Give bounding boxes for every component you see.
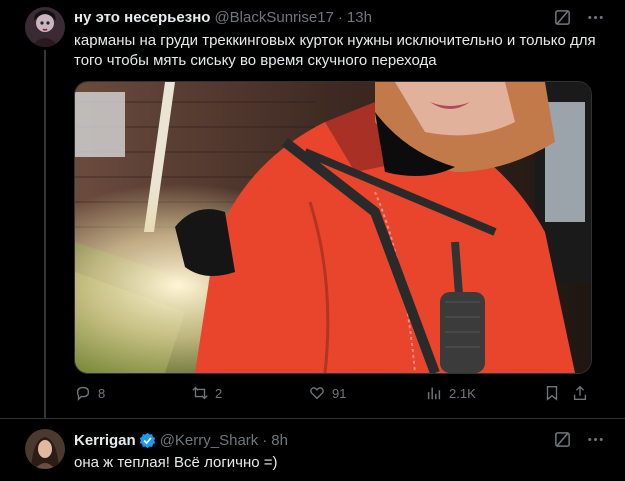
avatar[interactable] [25, 429, 65, 469]
repost-count: 2 [215, 385, 223, 401]
tweet-actions: 8 2 91 2.1K [74, 384, 590, 406]
verified-badge-icon [139, 432, 156, 449]
tweet-2[interactable]: Kerrigan @Kerry_Shark · 8h она ж теплая!… [0, 418, 625, 481]
tweet-1[interactable]: ну это несерьезно @BlackSunrise17 · 13h … [0, 0, 625, 418]
bookmark-icon [546, 386, 558, 401]
like-icon [310, 387, 324, 400]
repost-button[interactable]: 2 [191, 384, 222, 402]
views-icon [427, 387, 441, 400]
reply-icon [76, 386, 90, 401]
avatar[interactable] [25, 7, 65, 47]
separator-dot: · [262, 432, 268, 449]
tweet-header: ну это несерьезно @BlackSunrise17 · 13h [74, 9, 372, 26]
grok-icon[interactable] [553, 8, 572, 27]
views-button[interactable]: 2.1K [425, 384, 476, 402]
user-handle[interactable]: @Kerry_Shark [160, 432, 259, 449]
views-count: 2.1K [449, 385, 476, 401]
user-handle[interactable]: @BlackSunrise17 [214, 9, 333, 26]
bookmark-button[interactable] [543, 384, 561, 402]
tweet-header-actions [553, 430, 605, 449]
more-icon[interactable] [586, 430, 605, 449]
reply-count: 8 [98, 385, 106, 401]
more-icon[interactable] [586, 8, 605, 27]
repost-icon [192, 386, 208, 400]
reply-button[interactable]: 8 [74, 384, 105, 402]
share-button[interactable] [571, 384, 589, 402]
timestamp[interactable]: 13h [347, 9, 372, 26]
tweet-header-actions [553, 8, 605, 27]
separator-dot: · [337, 9, 343, 26]
display-name[interactable]: Kerrigan [74, 432, 136, 449]
like-count: 91 [332, 385, 347, 401]
tweet-photo[interactable] [74, 81, 592, 374]
tweet-text: она ж теплая! Всё логично =) [74, 454, 278, 471]
tweet-text: карманы на груди треккинговых курток нуж… [74, 32, 596, 69]
thread-line [44, 50, 46, 418]
display-name[interactable]: ну это несерьезно [74, 9, 210, 26]
tweet-header: Kerrigan @Kerry_Shark · 8h [74, 432, 288, 449]
timestamp[interactable]: 8h [271, 432, 288, 449]
grok-icon[interactable] [553, 430, 572, 449]
like-button[interactable]: 91 [308, 384, 346, 402]
share-icon [573, 385, 587, 400]
